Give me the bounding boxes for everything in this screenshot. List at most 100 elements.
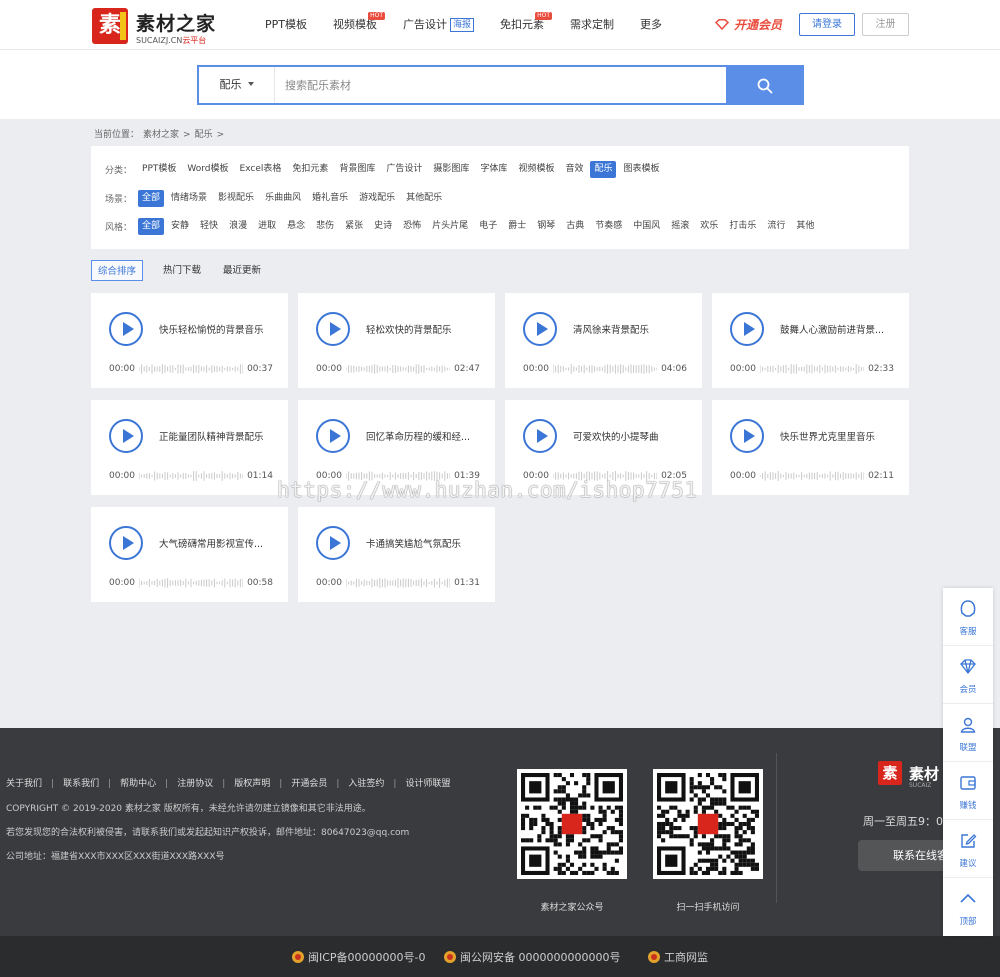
track-title[interactable]: 清风徐来背景配乐 <box>573 322 693 336</box>
waveform[interactable] <box>553 363 657 375</box>
footer-link[interactable]: 版权声明 <box>234 779 270 789</box>
filter-tag-style[interactable]: 片头片尾 <box>428 218 472 235</box>
track-title[interactable]: 轻松欢快的背景配乐 <box>366 322 486 336</box>
filter-tag-style[interactable]: 打击乐 <box>725 218 760 235</box>
play-icon[interactable] <box>109 312 143 346</box>
filter-tag-style[interactable]: 古典 <box>562 218 588 235</box>
filter-tag-style[interactable]: 摇滚 <box>667 218 693 235</box>
filter-tag-category[interactable]: 字体库 <box>476 161 511 178</box>
business-supervision[interactable]: 工商网监 <box>648 949 708 965</box>
sidebar-customer-service[interactable]: 客服 <box>943 588 993 646</box>
search-category-select[interactable]: 配乐 <box>199 67 275 103</box>
footer-link[interactable]: 联系我们 <box>63 779 99 789</box>
filter-tag-style[interactable]: 钢琴 <box>533 218 559 235</box>
filter-tag-category[interactable]: 图表模板 <box>619 161 663 178</box>
sidebar-alliance[interactable]: 联盟 <box>943 704 993 762</box>
play-icon[interactable] <box>730 419 764 453</box>
track-title[interactable]: 回忆革命历程的缓和经... <box>366 429 486 443</box>
filter-tag-style[interactable]: 悲伤 <box>312 218 338 235</box>
play-icon[interactable] <box>316 419 350 453</box>
filter-tag-style[interactable]: 史诗 <box>370 218 396 235</box>
breadcrumb-home[interactable]: 素材之家 <box>143 130 179 140</box>
play-icon[interactable] <box>316 312 350 346</box>
track-title[interactable]: 快乐世界尤克里里音乐 <box>780 429 900 443</box>
track-card[interactable]: 轻松欢快的背景配乐 00:00 02:47 <box>298 293 495 388</box>
site-logo[interactable]: 素 素材之家 SUCAIZJ.CN云平台 <box>92 8 232 46</box>
filter-tag-style[interactable]: 电子 <box>475 218 501 235</box>
sidebar-vip[interactable]: 会员 <box>943 646 993 704</box>
footer-link[interactable]: 设计师联盟 <box>405 779 450 789</box>
play-icon[interactable] <box>523 419 557 453</box>
filter-tag-style[interactable]: 浪漫 <box>225 218 251 235</box>
sidebar-back-to-top[interactable]: 顶部 <box>943 878 993 936</box>
track-title[interactable]: 大气磅礴常用影视宣传... <box>159 536 279 550</box>
nav-custom-request[interactable]: 需求定制 <box>570 0 614 50</box>
track-card[interactable]: 清风徐来背景配乐 00:00 04:06 <box>505 293 702 388</box>
search-input[interactable] <box>285 74 715 96</box>
filter-tag-style[interactable]: 恐怖 <box>399 218 425 235</box>
filter-tag-scene[interactable]: 其他配乐 <box>402 190 446 207</box>
sort-tab[interactable]: 热门下载 <box>163 260 201 281</box>
track-title[interactable]: 正能量团队精神背景配乐 <box>159 429 279 443</box>
play-icon[interactable] <box>109 419 143 453</box>
footer-link[interactable]: 帮助中心 <box>120 779 156 789</box>
filter-tag-style[interactable]: 进取 <box>254 218 280 235</box>
waveform[interactable] <box>139 470 243 482</box>
waveform[interactable] <box>760 470 864 482</box>
filter-tag-category[interactable]: 背景图库 <box>335 161 379 178</box>
sort-tab[interactable]: 最近更新 <box>223 260 261 281</box>
play-icon[interactable] <box>316 526 350 560</box>
login-button[interactable]: 请登录 <box>799 13 855 36</box>
filter-tag-style[interactable]: 中国风 <box>629 218 664 235</box>
filter-tag-scene[interactable]: 情绪场景 <box>167 190 211 207</box>
breadcrumb-current[interactable]: 配乐 <box>195 130 213 140</box>
track-card[interactable]: 快乐轻松愉悦的背景音乐 00:00 00:37 <box>91 293 288 388</box>
track-card[interactable]: 大气磅礴常用影视宣传... 00:00 00:58 <box>91 507 288 602</box>
sort-tab[interactable]: 综合排序 <box>91 260 144 281</box>
open-vip-link[interactable]: 开通会员 <box>715 16 782 33</box>
filter-tag-style[interactable]: 欢乐 <box>696 218 722 235</box>
filter-tag-category[interactable]: 广告设计 <box>382 161 426 178</box>
icp-record[interactable]: 闽ICP备00000000号-0 <box>292 949 426 965</box>
filter-tag-style[interactable]: 其他 <box>792 218 818 235</box>
track-card[interactable]: 卡通搞笑尴尬气氛配乐 00:00 01:31 <box>298 507 495 602</box>
filter-tag-style[interactable]: 轻快 <box>196 218 222 235</box>
filter-tag-category[interactable]: 配乐 <box>590 161 617 178</box>
nav-video-template[interactable]: 视频模板 HOT <box>333 0 385 50</box>
filter-tag-scene[interactable]: 游戏配乐 <box>355 190 399 207</box>
filter-tag-scene[interactable]: 影视配乐 <box>214 190 258 207</box>
sidebar-earn[interactable]: 赚钱 <box>943 762 993 820</box>
nav-more[interactable]: 更多 <box>640 0 662 50</box>
filter-tag-scene[interactable]: 全部 <box>138 190 165 207</box>
police-record[interactable]: 闽公网安备 0000000000000号 <box>444 949 620 965</box>
search-button[interactable] <box>726 65 804 105</box>
filter-tag-style[interactable]: 流行 <box>763 218 789 235</box>
track-card[interactable]: 正能量团队精神背景配乐 00:00 01:14 <box>91 400 288 495</box>
nav-ad-design[interactable]: 广告设计 海报 <box>403 0 475 50</box>
filter-tag-style[interactable]: 悬念 <box>283 218 309 235</box>
register-button[interactable]: 注册 <box>862 13 909 36</box>
filter-tag-style[interactable]: 全部 <box>138 218 165 235</box>
waveform[interactable] <box>346 577 450 589</box>
footer-link[interactable]: 注册协议 <box>177 779 213 789</box>
sidebar-suggestion[interactable]: 建议 <box>943 820 993 878</box>
footer-link[interactable]: 关于我们 <box>6 779 42 789</box>
filter-tag-category[interactable]: 音效 <box>561 161 587 178</box>
filter-tag-style[interactable]: 紧张 <box>341 218 367 235</box>
filter-tag-category[interactable]: Excel表格 <box>236 161 286 178</box>
track-card[interactable]: 鼓舞人心激励前进背景... 00:00 02:33 <box>712 293 909 388</box>
filter-tag-category[interactable]: 摄影图库 <box>429 161 473 178</box>
track-title[interactable]: 鼓舞人心激励前进背景... <box>780 322 900 336</box>
nav-cutout-elements[interactable]: 免扣元素 HOT <box>500 0 553 50</box>
filter-tag-category[interactable]: Word模板 <box>183 161 232 178</box>
filter-tag-category[interactable]: 视频模板 <box>514 161 558 178</box>
footer-link[interactable]: 入驻签约 <box>348 779 384 789</box>
filter-tag-scene[interactable]: 乐曲曲风 <box>261 190 305 207</box>
nav-ppt-template[interactable]: PPT模板 <box>265 0 307 50</box>
waveform[interactable] <box>760 363 864 375</box>
waveform[interactable] <box>346 363 450 375</box>
play-icon[interactable] <box>109 526 143 560</box>
filter-tag-category[interactable]: 免扣元素 <box>288 161 332 178</box>
track-title[interactable]: 卡通搞笑尴尬气氛配乐 <box>366 536 486 550</box>
track-title[interactable]: 可爱欢快的小提琴曲 <box>573 429 693 443</box>
